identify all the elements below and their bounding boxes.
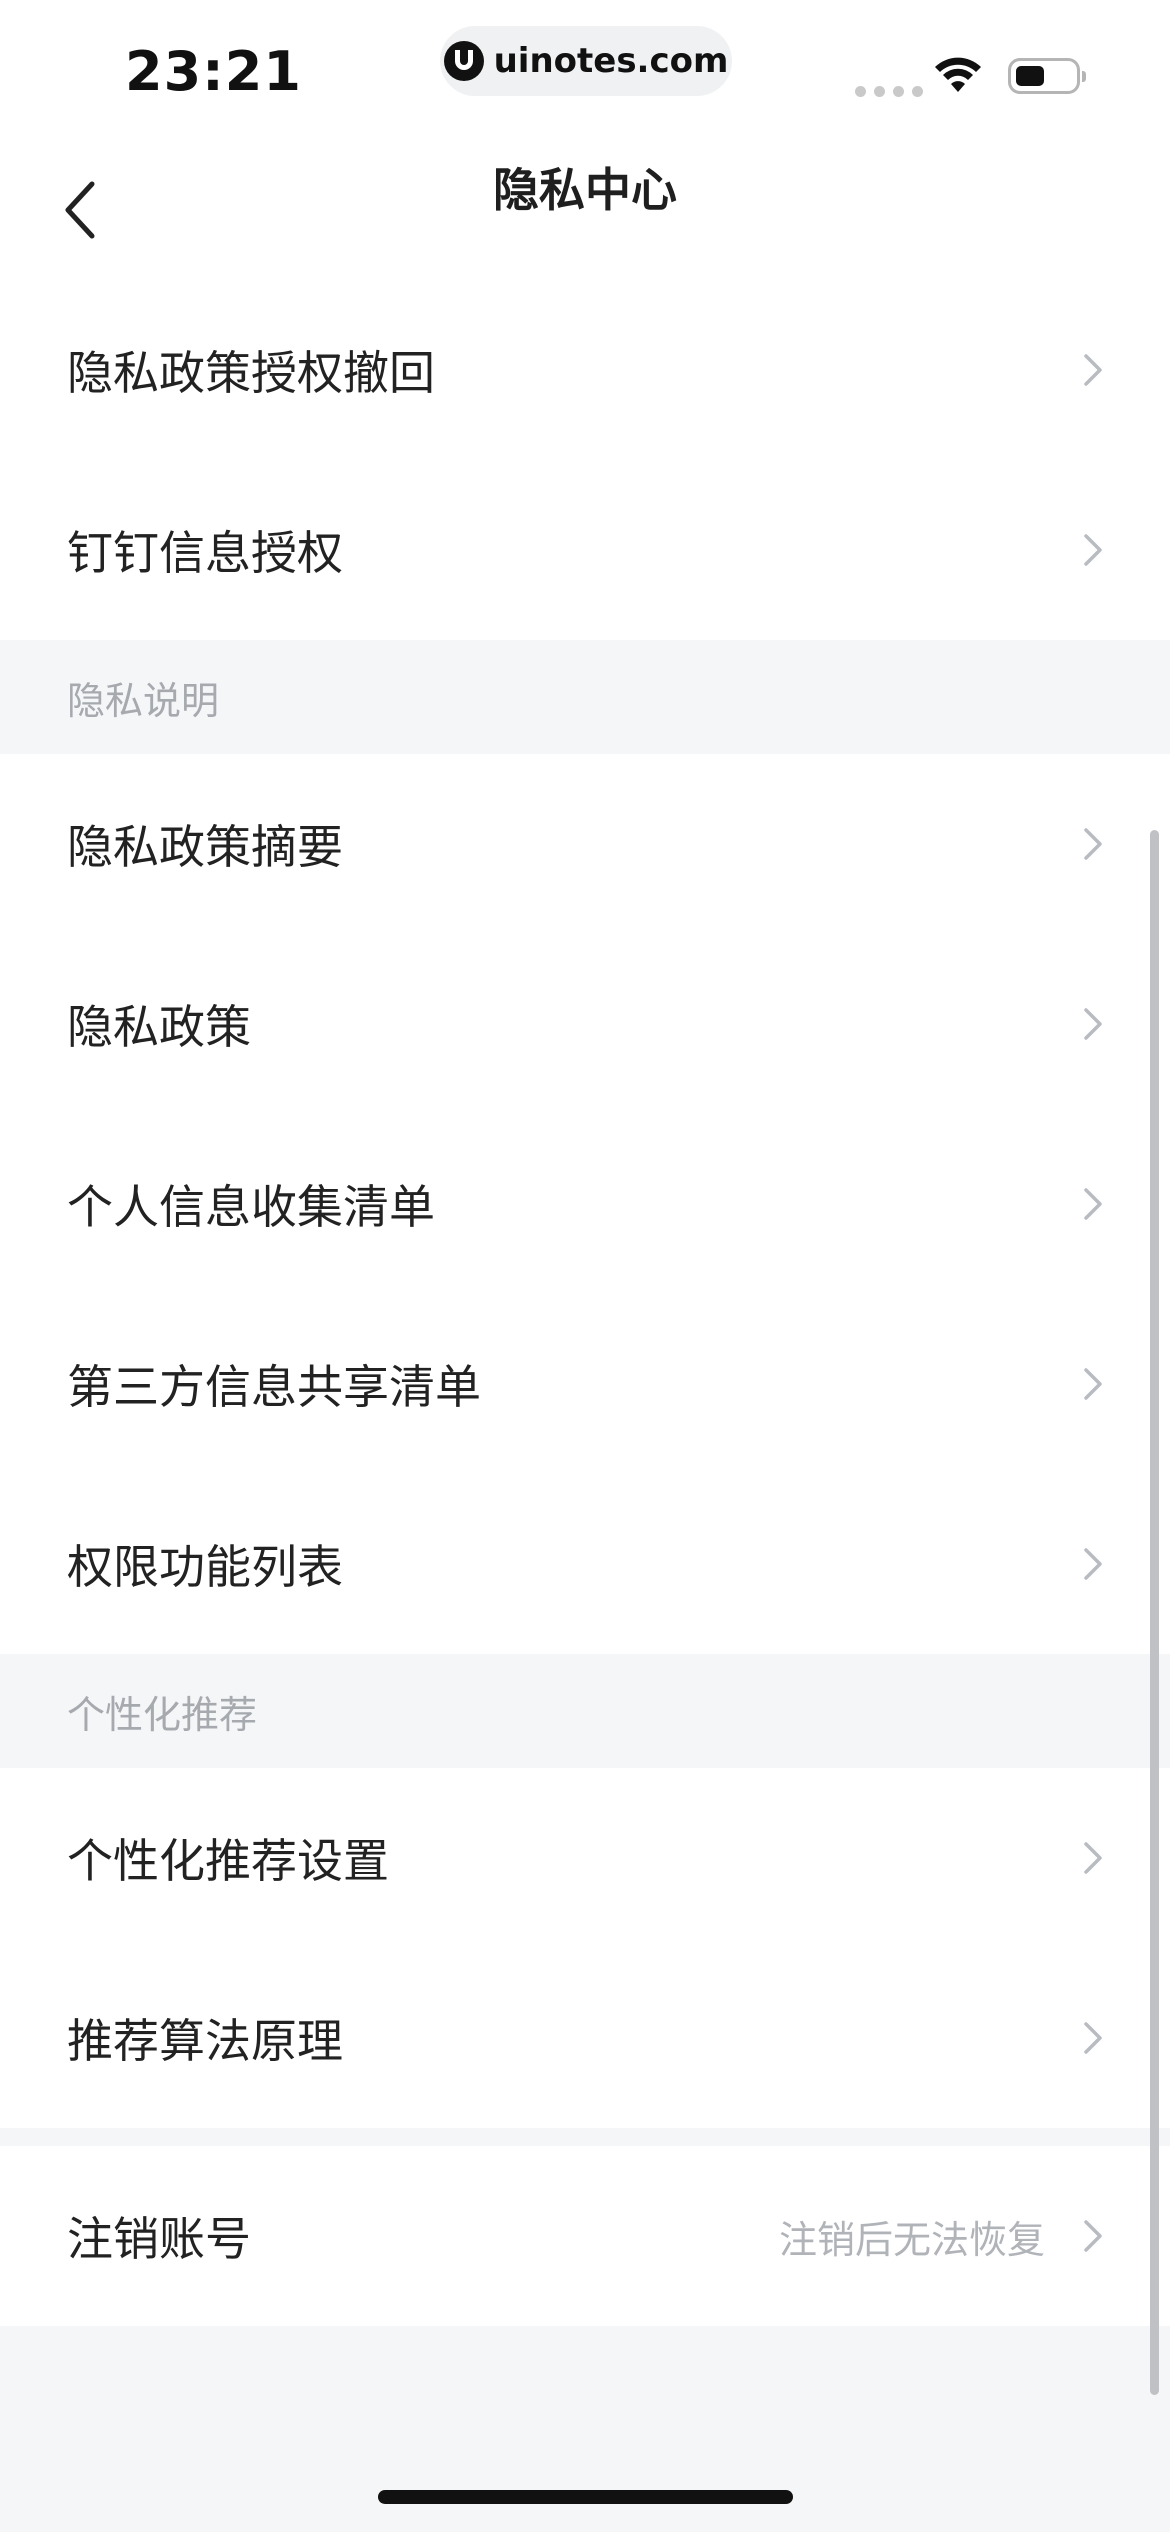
chevron-right-icon — [1084, 1548, 1102, 1580]
home-indicator[interactable] — [378, 2490, 793, 2504]
row-privacy-revoke[interactable]: 隐私政策授权撤回 — [0, 280, 1170, 460]
row-permissions-list[interactable]: 权限功能列表 — [0, 1474, 1170, 1654]
chevron-right-icon — [1084, 2022, 1102, 2054]
row-label: 个人信息收集清单 — [67, 1180, 435, 1234]
watermark-text: uinotes.com — [493, 41, 729, 81]
page-title: 隐私中心 — [493, 163, 677, 217]
row-dingtalk-auth[interactable]: 钉钉信息授权 — [0, 460, 1170, 640]
wifi-icon — [935, 57, 981, 92]
row-third-party-sharing[interactable]: 第三方信息共享清单 — [0, 1294, 1170, 1474]
section-title: 隐私说明 — [67, 678, 220, 723]
chevron-right-icon — [1084, 1008, 1102, 1040]
watermark-logo-icon — [443, 41, 484, 81]
row-recommend-algorithm[interactable]: 推荐算法原理 — [0, 1948, 1170, 2128]
row-label: 权限功能列表 — [67, 1540, 343, 1594]
row-privacy-summary[interactable]: 隐私政策摘要 — [0, 754, 1170, 934]
group-account: 注销账号 注销后无法恢复 — [0, 2146, 1170, 2326]
signal-dots-icon — [855, 86, 923, 97]
row-label: 隐私政策摘要 — [67, 820, 343, 874]
row-delete-account[interactable]: 注销账号 注销后无法恢复 — [0, 2146, 1170, 2326]
navigation-bar: 隐私中心 — [0, 140, 1170, 280]
row-hint: 注销后无法恢复 — [778, 2217, 1045, 2262]
row-label: 注销账号 — [67, 2212, 251, 2266]
scrollbar[interactable] — [1150, 830, 1159, 2395]
row-label: 隐私政策 — [67, 1000, 251, 1054]
row-privacy-policy[interactable]: 隐私政策 — [0, 934, 1170, 1114]
watermark-badge: uinotes.com — [440, 26, 732, 96]
row-label: 个性化推荐设置 — [67, 1834, 389, 1888]
chevron-right-icon — [1084, 1842, 1102, 1874]
chevron-right-icon — [1084, 2220, 1102, 2252]
chevron-right-icon — [1084, 534, 1102, 566]
row-recommend-settings[interactable]: 个性化推荐设置 — [0, 1768, 1170, 1948]
row-label: 钉钉信息授权 — [67, 526, 343, 580]
row-label: 隐私政策授权撤回 — [67, 346, 435, 400]
group-privacy: 隐私政策摘要 隐私政策 个人信息收集清单 第三方信息共享清单 权限功能列表 — [0, 754, 1170, 1654]
battery-icon — [1008, 58, 1086, 94]
settings-list: 隐私政策授权撤回 钉钉信息授权 隐私说明 隐私政策摘要 隐私政策 个人信息收集清… — [0, 280, 1170, 2326]
section-spacer — [0, 2128, 1170, 2146]
section-header-recommend: 个性化推荐 — [0, 1654, 1170, 1768]
group-recommend: 个性化推荐设置 推荐算法原理 — [0, 1768, 1170, 2128]
chevron-right-icon — [1084, 828, 1102, 860]
chevron-right-icon — [1084, 1188, 1102, 1220]
row-personal-info-list[interactable]: 个人信息收集清单 — [0, 1114, 1170, 1294]
chevron-right-icon — [1084, 354, 1102, 386]
row-label: 推荐算法原理 — [67, 2014, 343, 2068]
chevron-right-icon — [1084, 1368, 1102, 1400]
status-time: 23:21 — [125, 40, 302, 103]
section-title: 个性化推荐 — [67, 1692, 258, 1737]
section-header-privacy: 隐私说明 — [0, 640, 1170, 754]
group-authorization: 隐私政策授权撤回 钉钉信息授权 — [0, 280, 1170, 640]
status-bar: 23:21 uinotes.com — [0, 0, 1170, 140]
row-label: 第三方信息共享清单 — [67, 1360, 481, 1414]
